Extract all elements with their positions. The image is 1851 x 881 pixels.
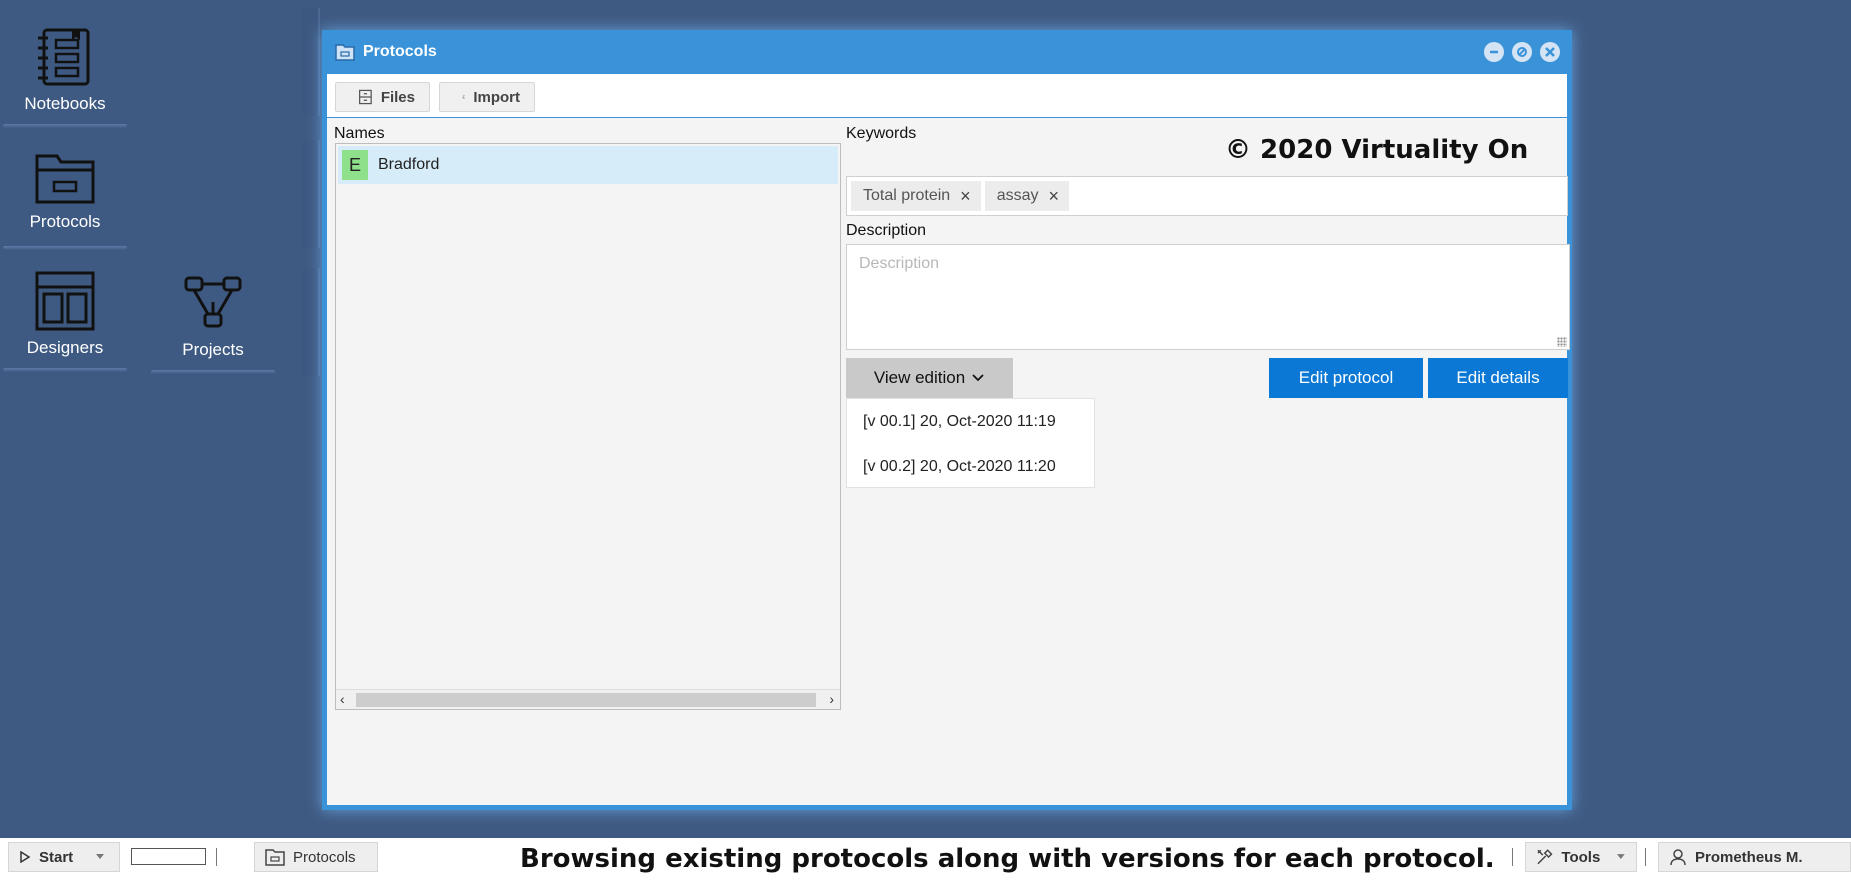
start-label: Start xyxy=(39,848,74,866)
start-button[interactable]: Start xyxy=(8,842,120,872)
keywords-field[interactable]: Total protein × assay × xyxy=(846,176,1568,216)
user-icon xyxy=(1670,849,1686,866)
tools-icon xyxy=(1537,849,1553,865)
import-button[interactable]: Import xyxy=(439,82,535,112)
remove-keyword-icon[interactable]: × xyxy=(960,186,971,207)
taskbar-search-input[interactable] xyxy=(131,848,206,865)
resize-grip-icon[interactable] xyxy=(1557,337,1567,347)
user-menu-button[interactable]: Prometheus M. xyxy=(1658,842,1851,872)
list-item[interactable]: E Bradford xyxy=(338,146,838,184)
desktop-icon-protocols[interactable]: Protocols xyxy=(3,130,127,250)
chevron-down-icon xyxy=(972,374,984,382)
window-titlebar[interactable]: Protocols xyxy=(322,30,1572,74)
protocols-window: Protocols Files Import Names E Bradford xyxy=(322,30,1572,810)
folder-icon xyxy=(35,154,95,204)
chevron-down-icon xyxy=(1617,854,1626,859)
protocol-name: Bradford xyxy=(378,156,440,173)
background-window-edge xyxy=(302,268,320,376)
description-placeholder: Description xyxy=(859,255,940,272)
edition-option[interactable]: [v 00.1] 20, Oct-2020 11:19 xyxy=(847,399,1094,444)
tools-button[interactable]: Tools xyxy=(1525,842,1637,872)
layout-icon xyxy=(35,271,95,331)
taskbar-separator xyxy=(216,848,217,866)
keyword-label: assay xyxy=(996,187,1039,204)
tools-label: Tools xyxy=(1561,848,1601,866)
files-label: Files xyxy=(380,88,415,106)
edition-dropdown: [v 00.1] 20, Oct-2020 11:19 [v 00.2] 20,… xyxy=(846,398,1095,488)
horizontal-scrollbar[interactable]: ‹ › xyxy=(336,689,840,709)
taskbar: Start Protocols Browsing existing protoc… xyxy=(0,838,1851,881)
desktop-icon-label: Projects xyxy=(182,340,244,359)
copyright-text: © 2020 Virtuality On xyxy=(1225,135,1529,165)
taskbar-separator xyxy=(1645,848,1646,866)
background-window-edge xyxy=(302,8,320,116)
remove-keyword-icon[interactable]: × xyxy=(1048,186,1059,207)
window-title: Protocols xyxy=(363,43,437,60)
edit-details-button[interactable]: Edit details xyxy=(1428,358,1568,398)
desktop-icon-projects[interactable]: Projects xyxy=(151,254,275,374)
restore-icon xyxy=(1517,47,1527,57)
files-button[interactable]: Files xyxy=(335,82,430,112)
chevron-down-icon xyxy=(96,854,105,859)
cabinet-icon xyxy=(359,89,372,105)
keywords-header: Keywords xyxy=(846,125,917,142)
keyword-chip: Total protein × xyxy=(851,181,981,211)
window-toolbar: Files Import xyxy=(327,74,1567,118)
scroll-right-icon[interactable]: › xyxy=(829,691,834,707)
view-edition-label: View edition xyxy=(873,368,966,387)
user-label: Prometheus M. xyxy=(1695,848,1803,866)
folder-icon xyxy=(335,44,355,61)
taskbar-app-protocols[interactable]: Protocols xyxy=(254,842,378,872)
minimize-button[interactable] xyxy=(1484,42,1504,62)
taskbar-app-label: Protocols xyxy=(293,848,356,866)
desktop-icon-label: Notebooks xyxy=(24,94,106,113)
import-icon xyxy=(462,95,466,99)
description-header: Description xyxy=(846,222,927,239)
desktop-icon-designers[interactable]: Designers xyxy=(3,252,127,372)
protocol-badge: E xyxy=(342,150,368,180)
flow-icon xyxy=(184,276,242,328)
folder-icon xyxy=(265,849,285,866)
taskbar-separator xyxy=(1512,848,1513,866)
edit-protocol-button[interactable]: Edit protocol xyxy=(1269,358,1423,398)
close-button[interactable] xyxy=(1540,42,1560,62)
play-icon xyxy=(20,851,31,863)
desktop-icon-label: Designers xyxy=(26,338,104,357)
scrollbar-thumb[interactable] xyxy=(356,693,816,707)
minimize-icon xyxy=(1490,50,1498,54)
keyword-chip: assay × xyxy=(984,181,1069,211)
scroll-left-icon[interactable]: ‹ xyxy=(340,691,345,707)
edition-option[interactable]: [v 00.2] 20, Oct-2020 11:20 xyxy=(847,444,1094,489)
view-edition-button[interactable]: View edition xyxy=(846,358,1013,398)
names-list[interactable]: E Bradford ‹ › xyxy=(335,143,841,710)
keyword-label: Total protein xyxy=(863,187,951,204)
description-textarea[interactable]: Description xyxy=(846,244,1570,350)
restore-button[interactable] xyxy=(1512,42,1532,62)
caption-text: Browsing existing protocols along with v… xyxy=(520,844,1495,874)
background-window-edge xyxy=(302,140,320,248)
notebook-icon xyxy=(38,28,90,86)
desktop-icon-label: Protocols xyxy=(29,212,101,231)
close-icon xyxy=(1545,47,1555,57)
import-label: Import xyxy=(473,88,520,106)
desktop-icon-notebooks[interactable]: Notebooks xyxy=(3,8,127,128)
names-header: Names xyxy=(334,125,385,142)
